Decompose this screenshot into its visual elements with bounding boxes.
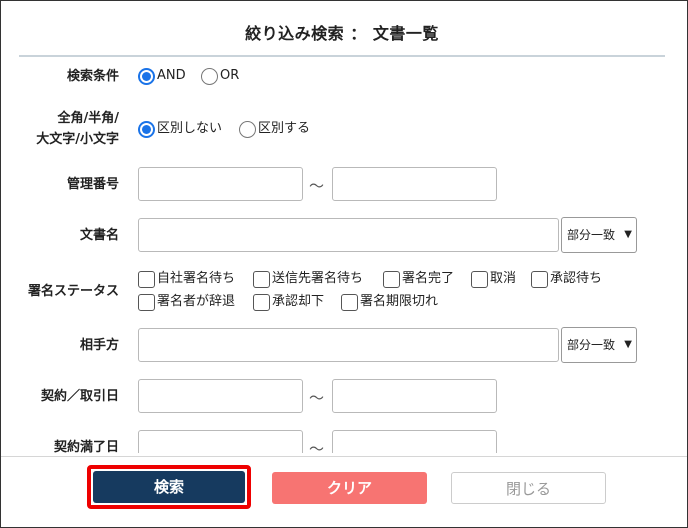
checkbox-label: 自社署名待ち (157, 271, 236, 286)
counterparty-row: 相手方 部分一致 ▼ (19, 327, 665, 365)
checkbox-box[interactable] (383, 270, 400, 288)
management-number-to-input[interactable] (332, 167, 497, 201)
contract-date-from-input[interactable] (138, 379, 303, 413)
search-condition-row: 検索条件 AND OR (19, 66, 665, 88)
checkbox-box[interactable] (341, 293, 358, 311)
status-checkbox-approval-rejected[interactable]: 承認却下 (253, 292, 324, 313)
management-number-label: 管理番号 (66, 177, 119, 192)
document-name-match-value: 部分一致 (567, 228, 616, 242)
contract-date-to-input[interactable] (332, 379, 497, 413)
counterparty-match-select[interactable]: 部分一致 ▼ (561, 327, 637, 363)
checkbox-label: 署名完了 (402, 271, 455, 286)
filter-form: 検索条件 AND OR 全角/半角/ 大文字/小文字 区別しない 区別する 管理… (19, 57, 665, 453)
signature-status-row: 署名ステータス 自社署名待ち 送信先署名待ち 署名完了 取消 承認待ち 署名者が… (19, 269, 665, 313)
document-name-input[interactable] (138, 218, 559, 252)
range-separator: ～ (309, 177, 325, 195)
checkbox-box[interactable] (253, 270, 270, 288)
dialog-title: 絞り込み検索 ： 文書一覧 (245, 24, 439, 43)
radio-and[interactable]: AND (138, 66, 186, 87)
status-checkbox-recipient-signature-pending[interactable]: 送信先署名待ち (253, 269, 363, 290)
dialog-header: 絞り込み検索 ： 文書一覧 (19, 15, 665, 57)
range-separator: ～ (309, 389, 325, 407)
radio-no-distinction[interactable]: 区別しない (138, 119, 222, 140)
counterparty-label: 相手方 (79, 338, 119, 353)
signature-status-label: 署名ステータス (27, 284, 119, 299)
checkbox-label: 送信先署名待ち (272, 271, 364, 286)
checkbox-label: 承認却下 (272, 294, 325, 309)
checkbox-label: 承認待ち (550, 271, 603, 286)
checkbox-box[interactable] (471, 270, 488, 288)
radio-or[interactable]: OR (201, 66, 239, 87)
filter-dialog: 絞り込み検索 ： 文書一覧 検索条件 AND OR 全角/半角/ 大文字/小文字… (0, 0, 688, 528)
checkbox-box[interactable] (138, 293, 155, 311)
radio-and-label: AND (157, 68, 186, 83)
search-button[interactable]: 検索 (93, 471, 245, 503)
contract-end-date-label: 契約満了日 (53, 440, 119, 453)
chevron-down-icon: ▼ (624, 229, 632, 240)
radio-distinguish[interactable]: 区別する (239, 119, 310, 140)
dialog-footer: 検索 クリア 閉じる (1, 456, 687, 527)
status-checkbox-own-signature-pending[interactable]: 自社署名待ち (138, 269, 235, 290)
radio-no-distinction-indicator[interactable] (138, 120, 155, 138)
checkbox-label: 取消 (490, 271, 517, 286)
status-checkbox-approval-pending[interactable]: 承認待ち (531, 269, 602, 290)
chevron-down-icon: ▼ (624, 339, 632, 350)
case-label-line2: 大文字/小文字 (36, 132, 119, 147)
checkbox-label: 署名者が辞退 (157, 294, 236, 309)
checkbox-label: 署名期限切れ (360, 294, 439, 309)
document-name-label: 文書名 (79, 228, 119, 243)
case-label-line1: 全角/半角/ (57, 111, 120, 126)
contract-end-date-row: 契約満了日 ～ (19, 430, 665, 453)
status-checkbox-signature-expired[interactable]: 署名期限切れ (341, 292, 438, 313)
contract-end-date-from-input[interactable] (138, 430, 303, 453)
management-number-from-input[interactable] (138, 167, 303, 201)
case-sensitivity-row: 全角/半角/ 大文字/小文字 区別しない 区別する (19, 107, 665, 151)
document-name-match-select[interactable]: 部分一致 ▼ (561, 217, 637, 253)
close-button[interactable]: 閉じる (451, 472, 606, 504)
search-condition-label: 検索条件 (66, 69, 119, 84)
contract-date-label: 契約／取引日 (40, 389, 119, 404)
checkbox-box[interactable] (531, 270, 548, 288)
radio-or-label: OR (220, 68, 240, 83)
radio-distinguish-label: 区別する (258, 121, 311, 136)
radio-distinguish-indicator[interactable] (239, 120, 256, 138)
management-number-row: 管理番号 ～ (19, 167, 665, 203)
range-separator: ～ (309, 440, 325, 453)
radio-or-indicator[interactable] (201, 67, 218, 85)
radio-and-indicator[interactable] (138, 67, 155, 85)
status-checkbox-signer-declined[interactable]: 署名者が辞退 (138, 292, 235, 313)
radio-no-distinction-label: 区別しない (157, 121, 223, 136)
document-name-row: 文書名 部分一致 ▼ (19, 217, 665, 255)
clear-button[interactable]: クリア (272, 472, 427, 504)
status-checkbox-signature-complete[interactable]: 署名完了 (383, 269, 454, 290)
counterparty-match-value: 部分一致 (567, 338, 616, 352)
checkbox-box[interactable] (253, 293, 270, 311)
status-checkbox-cancelled[interactable]: 取消 (471, 269, 516, 290)
contract-end-date-to-input[interactable] (332, 430, 497, 453)
checkbox-box[interactable] (138, 270, 155, 288)
counterparty-input[interactable] (138, 328, 559, 362)
contract-date-row: 契約／取引日 ～ (19, 379, 665, 415)
